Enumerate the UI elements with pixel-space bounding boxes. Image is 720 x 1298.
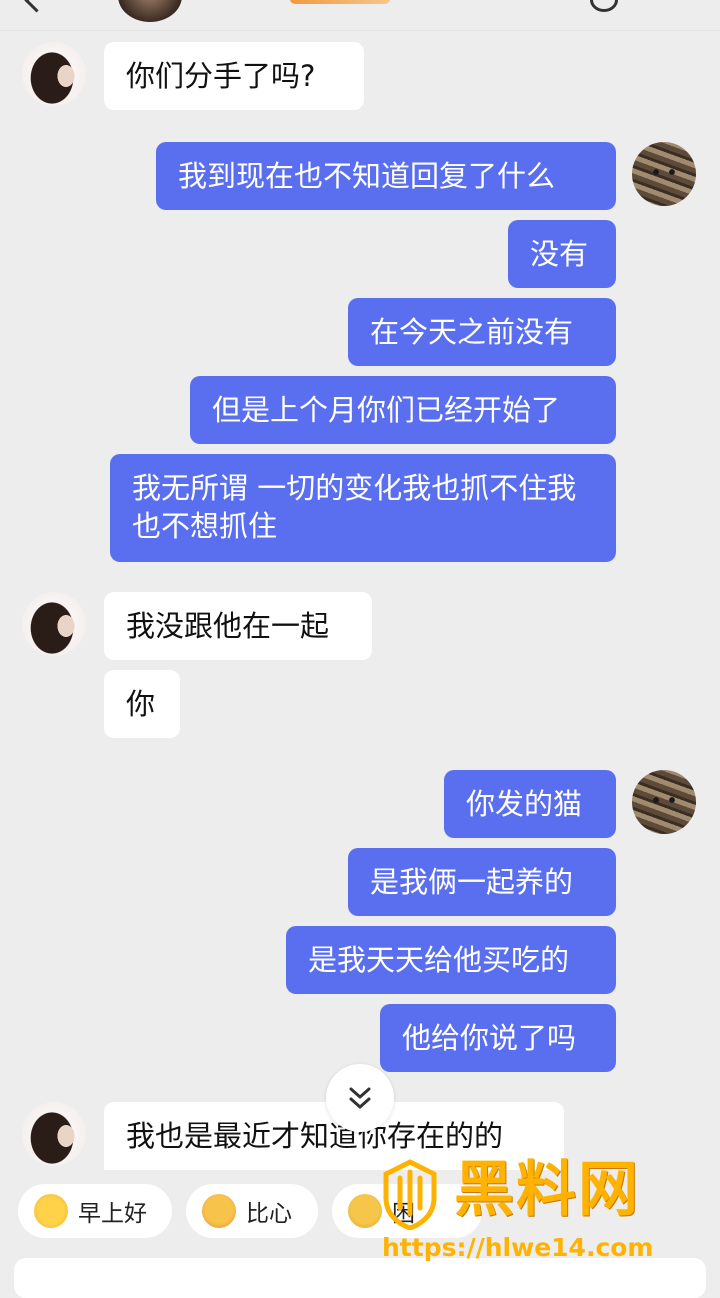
my-avatar[interactable]: [632, 770, 696, 834]
message-bubble-outgoing[interactable]: 你发的猫: [444, 770, 616, 838]
message-bubble-incoming[interactable]: 你们分手了吗?: [104, 42, 364, 110]
message-bubble-outgoing[interactable]: 他给你说了吗: [380, 1004, 616, 1072]
sender-avatar[interactable]: [22, 42, 86, 106]
quick-reply-sleepy[interactable]: 困: [332, 1184, 482, 1238]
more-icon[interactable]: [590, 0, 618, 12]
message-bubble-outgoing[interactable]: 但是上个月你们已经开始了: [190, 376, 616, 444]
sender-avatar[interactable]: [22, 592, 86, 656]
status-badge: [290, 0, 390, 4]
message-bubble-incoming[interactable]: 你: [104, 670, 180, 738]
quick-reply-label: 早上好: [78, 1201, 147, 1227]
quick-reply-label: 比心: [246, 1201, 292, 1227]
message-list[interactable]: 你们分手了吗? 我到现在也不知道回复了什么 没有 在今天之前没有 但是上个月你们…: [0, 30, 720, 1170]
quick-reply-label: 困: [392, 1201, 415, 1227]
quick-reply-good-morning[interactable]: 早上好: [18, 1184, 172, 1238]
back-arrow-icon[interactable]: [24, 0, 49, 13]
message-bubble-outgoing[interactable]: 是我俩一起养的: [348, 848, 616, 916]
top-bar: [0, 0, 720, 31]
message-bubble-outgoing[interactable]: 没有: [508, 220, 616, 288]
message-bubble-outgoing[interactable]: 是我天天给他买吃的: [286, 926, 616, 994]
contact-avatar[interactable]: [118, 0, 182, 22]
sender-avatar[interactable]: [22, 1102, 86, 1166]
double-chevron-down-icon: [349, 1087, 371, 1109]
message-bubble-incoming[interactable]: 我没跟他在一起: [104, 592, 372, 660]
sun-emoji-icon: [34, 1194, 68, 1228]
message-bubble-outgoing[interactable]: 我无所谓 一切的变化我也抓不住我也不想抓住: [110, 454, 616, 562]
message-input-bar[interactable]: [14, 1258, 706, 1298]
scroll-to-bottom-button[interactable]: [326, 1064, 394, 1132]
my-avatar[interactable]: [632, 142, 696, 206]
message-bubble-outgoing[interactable]: 在今天之前没有: [348, 298, 616, 366]
message-bubble-outgoing[interactable]: 我到现在也不知道回复了什么: [156, 142, 616, 210]
quick-reply-heart[interactable]: 比心: [186, 1184, 318, 1238]
sleepy-emoji-icon: [348, 1194, 382, 1228]
heart-hands-emoji-icon: [202, 1194, 236, 1228]
